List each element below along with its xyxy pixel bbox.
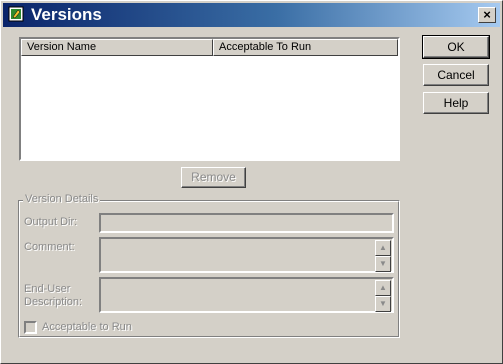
spin-up-icon: ▲ [379, 243, 387, 252]
description-scroll-up[interactable]: ▲ [375, 280, 391, 296]
output-dir-field[interactable] [99, 213, 394, 233]
close-icon: × [483, 7, 491, 22]
versions-dialog: Versions × Version Name Acceptable To Ru… [0, 0, 503, 364]
comment-scroll-up[interactable]: ▲ [375, 240, 391, 256]
column-header-acceptable-to-run[interactable]: Acceptable To Run [213, 39, 398, 56]
output-dir-label: Output Dir: [24, 216, 78, 228]
version-details-legend: Version Details [23, 193, 101, 205]
description-label-line2: Description: [24, 296, 83, 308]
acceptable-to-run-checkbox[interactable] [24, 321, 37, 334]
description-scroll-down[interactable]: ▼ [375, 296, 391, 312]
comment-scroll-down[interactable]: ▼ [375, 256, 391, 272]
app-icon [8, 6, 24, 22]
help-button[interactable]: Help [423, 92, 489, 114]
spin-down-icon: ▼ [379, 259, 387, 268]
description-field[interactable]: ▲ ▼ [99, 277, 394, 313]
comment-field[interactable]: ▲ ▼ [99, 237, 394, 273]
acceptable-to-run-label: Acceptable to Run [42, 321, 132, 333]
remove-button[interactable]: Remove [181, 167, 246, 188]
cancel-button[interactable]: Cancel [423, 64, 489, 86]
title-bar[interactable]: Versions × [3, 3, 500, 27]
end-user-description-label: End-User Description: [24, 283, 82, 309]
versions-list[interactable]: Version Name Acceptable To Run [19, 37, 400, 161]
spin-up-icon: ▲ [379, 283, 387, 292]
ok-button[interactable]: OK [422, 35, 490, 59]
close-button[interactable]: × [478, 7, 496, 23]
description-label-line1: End-User [24, 283, 71, 295]
spin-down-icon: ▼ [379, 299, 387, 308]
dialog-title: Versions [31, 5, 102, 24]
column-header-version-name[interactable]: Version Name [21, 39, 213, 56]
comment-label: Comment: [24, 241, 75, 253]
